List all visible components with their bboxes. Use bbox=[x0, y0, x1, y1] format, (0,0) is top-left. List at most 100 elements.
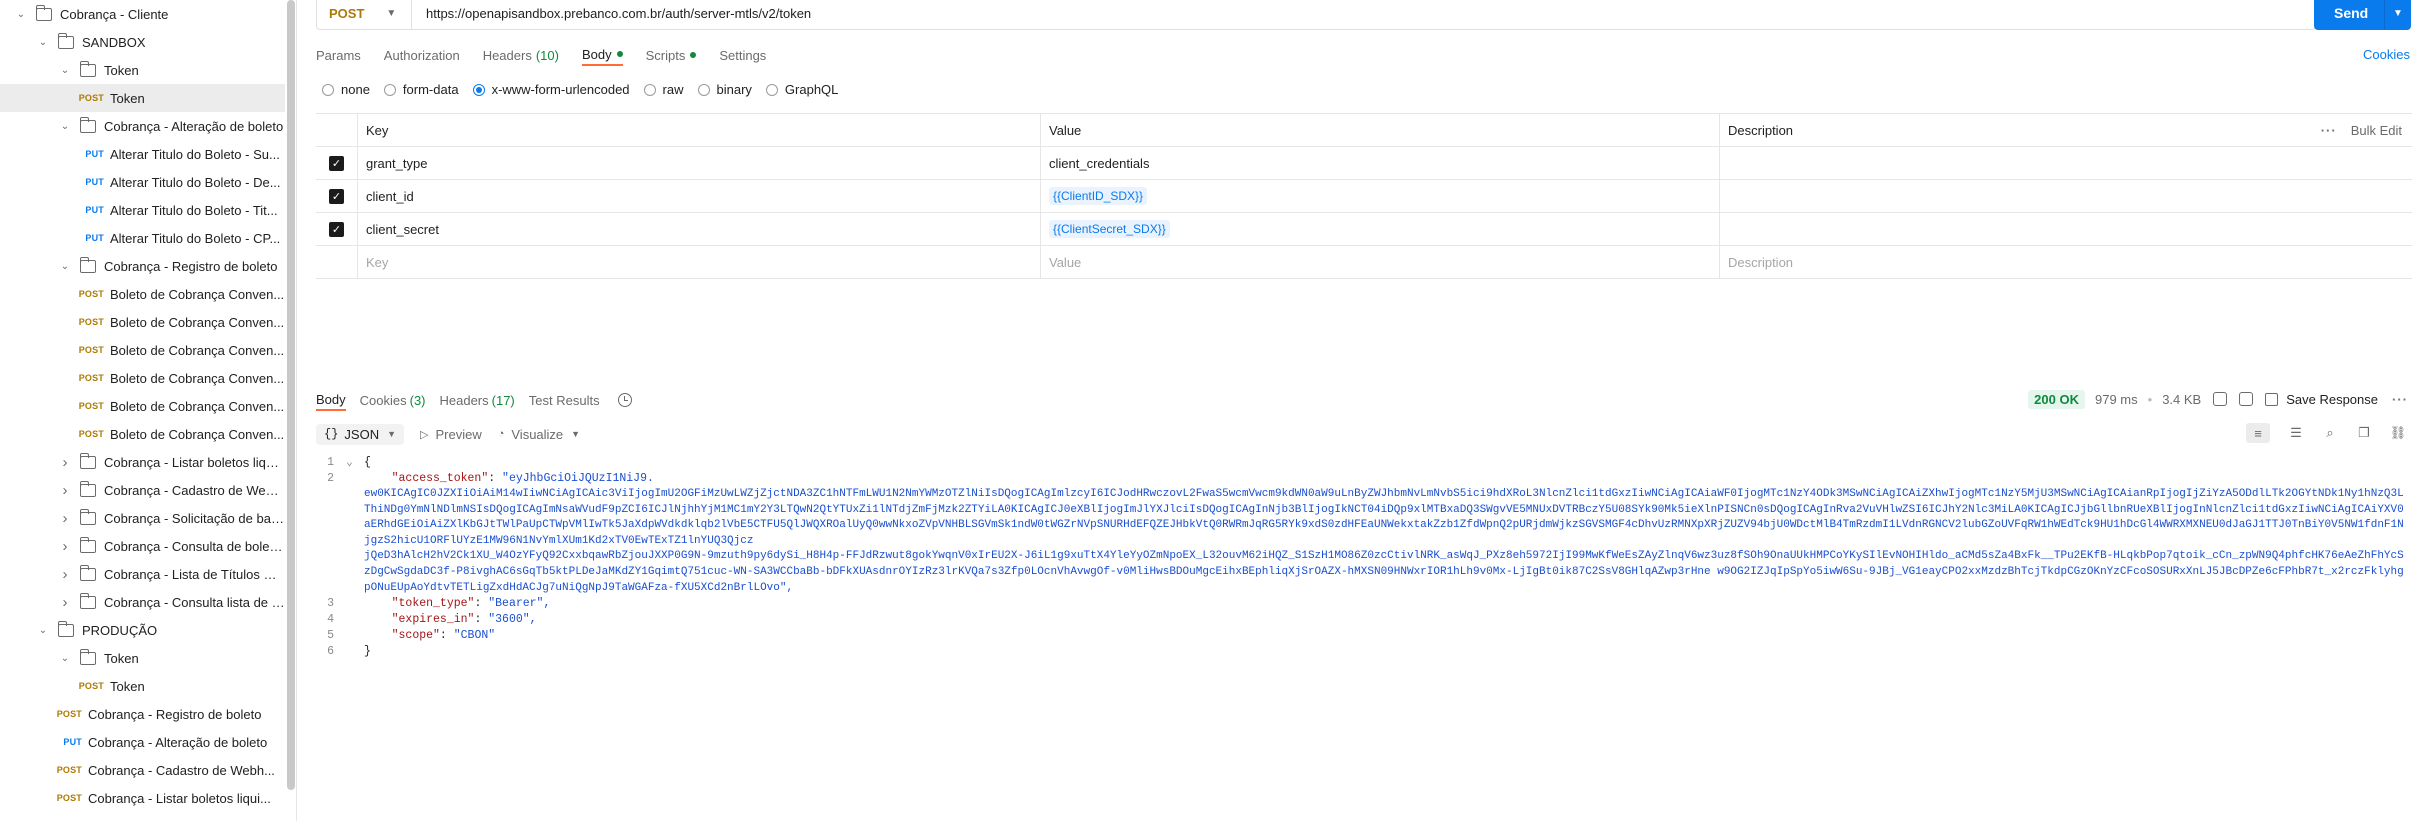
tab-test-results[interactable]: Test Results bbox=[529, 389, 600, 411]
sidebar-folder[interactable]: › Cobrança - Cadastro de Webh... bbox=[0, 476, 285, 504]
sidebar-request[interactable]: PUT Alterar Titulo do Boleto - Su... bbox=[0, 140, 285, 168]
sidebar-scrollbar[interactable] bbox=[287, 0, 295, 790]
sidebar-request[interactable]: POST Token bbox=[0, 84, 285, 112]
send-button[interactable]: Send ▼ bbox=[2314, 0, 2411, 30]
visualize-button[interactable]: ◔ Visualize ▼ bbox=[498, 427, 580, 442]
network-icon[interactable] bbox=[2213, 392, 2228, 406]
tab-response-headers[interactable]: Headers (17) bbox=[440, 389, 515, 411]
chevron-down-icon[interactable]: ⌄ bbox=[36, 35, 50, 49]
chevron-right-icon[interactable]: › bbox=[58, 538, 72, 555]
tab-settings[interactable]: Settings bbox=[719, 44, 766, 66]
sidebar-folder[interactable]: › Cobrança - Solicitação de baix... bbox=[0, 504, 285, 532]
body-type-x-www-form-urlencoded[interactable]: x-www-form-urlencoded bbox=[472, 82, 630, 97]
sidebar-request[interactable]: PUT Alterar Titulo do Boleto - Tit... bbox=[0, 196, 285, 224]
response-size[interactable]: 3.4 KB bbox=[2162, 392, 2201, 407]
chevron-down-icon[interactable]: ⌄ bbox=[58, 259, 72, 273]
sidebar-folder[interactable]: › Cobrança - Lista de Títulos Bai... bbox=[0, 560, 285, 588]
chevron-right-icon[interactable]: › bbox=[58, 482, 72, 499]
tab-response-body[interactable]: Body bbox=[316, 389, 346, 411]
sidebar-folder[interactable]: ⌄ SANDBOX bbox=[0, 28, 285, 56]
response-body-code[interactable]: 1 ⌄ { 2 "access_token": "eyJhbGciOiJQUzI… bbox=[316, 455, 2412, 660]
tab-params[interactable]: Params bbox=[316, 44, 361, 66]
body-type-binary[interactable]: binary bbox=[697, 82, 752, 97]
sidebar-request[interactable]: POST Boleto de Cobrança Conven... bbox=[0, 420, 285, 448]
chevron-down-icon[interactable]: ▼ bbox=[571, 429, 580, 439]
sidebar-request[interactable]: POST Boleto de Cobrança Conven... bbox=[0, 280, 285, 308]
chevron-down-icon[interactable]: ⌄ bbox=[58, 63, 72, 77]
tab-response-cookies[interactable]: Cookies (3) bbox=[360, 389, 426, 411]
sidebar-folder[interactable]: ⌄ Cobrança - Alteração de boleto bbox=[0, 112, 285, 140]
filter-icon[interactable]: ☰ bbox=[2288, 425, 2304, 441]
status-badge[interactable]: 200 OK bbox=[2028, 389, 2085, 409]
sidebar-request[interactable]: PUT Cobrança - Alteração de boleto bbox=[0, 728, 285, 756]
key-input[interactable]: client_secret bbox=[357, 213, 1040, 245]
fold-icon[interactable]: ⌄ bbox=[346, 455, 364, 471]
response-time[interactable]: 979 ms bbox=[2095, 392, 2138, 407]
sidebar-folder[interactable]: ⌄ Cobrança - Cliente bbox=[0, 0, 285, 28]
checkbox-checked-icon[interactable]: ✓ bbox=[329, 188, 344, 204]
key-input[interactable]: client_id bbox=[357, 180, 1040, 212]
radio-icon[interactable] bbox=[383, 83, 396, 96]
chevron-right-icon[interactable]: › bbox=[58, 510, 72, 527]
key-input[interactable]: grant_type bbox=[357, 147, 1040, 179]
bulk-edit-button[interactable]: ··· Bulk Edit bbox=[2321, 123, 2402, 138]
body-type-raw[interactable]: raw bbox=[643, 82, 684, 97]
copy-icon[interactable]: ❐ bbox=[2356, 425, 2372, 441]
value-input[interactable]: {{ClientID_SDX}} bbox=[1040, 180, 1719, 212]
chevron-right-icon[interactable]: › bbox=[58, 566, 72, 583]
format-select[interactable]: {} JSON ▼ bbox=[316, 423, 404, 445]
radio-icon[interactable] bbox=[697, 83, 710, 96]
body-type-none[interactable]: none bbox=[322, 82, 370, 97]
chevron-right-icon[interactable]: › bbox=[58, 594, 72, 611]
tab-authorization[interactable]: Authorization bbox=[384, 44, 460, 66]
radio-icon[interactable] bbox=[643, 83, 656, 96]
sidebar-request[interactable]: PUT Alterar Titulo do Boleto - De... bbox=[0, 168, 285, 196]
sidebar-folder[interactable]: › Cobrança - Consulta de boleto... bbox=[0, 532, 285, 560]
body-type-form-data[interactable]: form-data bbox=[383, 82, 459, 97]
tab-scripts[interactable]: Scripts bbox=[646, 44, 697, 66]
value-input[interactable]: client_credentials bbox=[1040, 147, 1719, 179]
cookies-link[interactable]: Cookies bbox=[2363, 47, 2410, 62]
sidebar-request[interactable]: POST Boleto de Cobrança Conven... bbox=[0, 364, 285, 392]
chevron-down-icon[interactable]: ⌄ bbox=[58, 119, 72, 133]
value-input-empty[interactable]: Value bbox=[1040, 246, 1719, 278]
sidebar-folder[interactable]: ⌄ Token bbox=[0, 56, 285, 84]
example-icon[interactable] bbox=[2239, 392, 2254, 406]
sidebar-request[interactable]: POST Cobrança - Cadastro de Webh... bbox=[0, 756, 285, 784]
sidebar-folder[interactable]: › Cobrança - Consulta lista de b... bbox=[0, 588, 285, 616]
checkbox-checked-icon[interactable]: ✓ bbox=[329, 155, 344, 171]
description-input-empty[interactable]: Description bbox=[1719, 246, 2412, 278]
chevron-down-icon[interactable]: ▼ bbox=[2385, 8, 2403, 19]
description-input[interactable] bbox=[1719, 213, 2412, 245]
sidebar-request[interactable]: PUT Alterar Titulo do Boleto - CP... bbox=[0, 224, 285, 252]
radio-icon[interactable] bbox=[765, 83, 778, 96]
sidebar-request[interactable]: POST Token bbox=[0, 672, 285, 700]
wrap-lines-icon[interactable]: ≡ bbox=[2246, 423, 2270, 443]
more-icon[interactable]: ··· bbox=[2321, 123, 2337, 138]
radio-icon[interactable] bbox=[322, 83, 334, 96]
method-select[interactable]: POST ▼ bbox=[317, 0, 412, 29]
radio-icon[interactable] bbox=[472, 83, 485, 96]
tab-headers[interactable]: Headers (10) bbox=[483, 44, 559, 66]
description-input[interactable] bbox=[1719, 147, 2412, 179]
sidebar-request[interactable]: POST Boleto de Cobrança Conven... bbox=[0, 392, 285, 420]
checkbox-checked-icon[interactable]: ✓ bbox=[329, 221, 344, 237]
description-input[interactable] bbox=[1719, 180, 2412, 212]
chevron-down-icon[interactable]: ⌄ bbox=[36, 623, 50, 637]
chevron-down-icon[interactable]: ⌄ bbox=[14, 7, 28, 21]
tab-body[interactable]: Body bbox=[581, 44, 623, 66]
history-icon[interactable] bbox=[617, 393, 632, 407]
sidebar-request[interactable]: POST Cobrança - Listar boletos liqui... bbox=[0, 784, 285, 812]
value-input[interactable]: {{ClientSecret_SDX}} bbox=[1040, 213, 1719, 245]
chevron-right-icon[interactable]: › bbox=[58, 454, 72, 471]
sidebar-folder[interactable]: ⌄ Token bbox=[0, 644, 285, 672]
url-input[interactable]: https://openapisandbox.prebanco.com.br/a… bbox=[412, 6, 811, 21]
sidebar-request[interactable]: POST Boleto de Cobrança Conven... bbox=[0, 308, 285, 336]
body-type-graphql[interactable]: GraphQL bbox=[765, 82, 838, 97]
sidebar-folder[interactable]: ⌄ Cobrança - Registro de boleto bbox=[0, 252, 285, 280]
save-response-button[interactable]: Save Response bbox=[2265, 392, 2378, 407]
chevron-down-icon[interactable]: ⌄ bbox=[58, 651, 72, 665]
sidebar-folder[interactable]: ⌄ PRODUÇÃO bbox=[0, 616, 285, 644]
sidebar-request[interactable]: POST Cobrança - Registro de boleto bbox=[0, 700, 285, 728]
link-icon[interactable]: ⛓ bbox=[2390, 425, 2407, 441]
